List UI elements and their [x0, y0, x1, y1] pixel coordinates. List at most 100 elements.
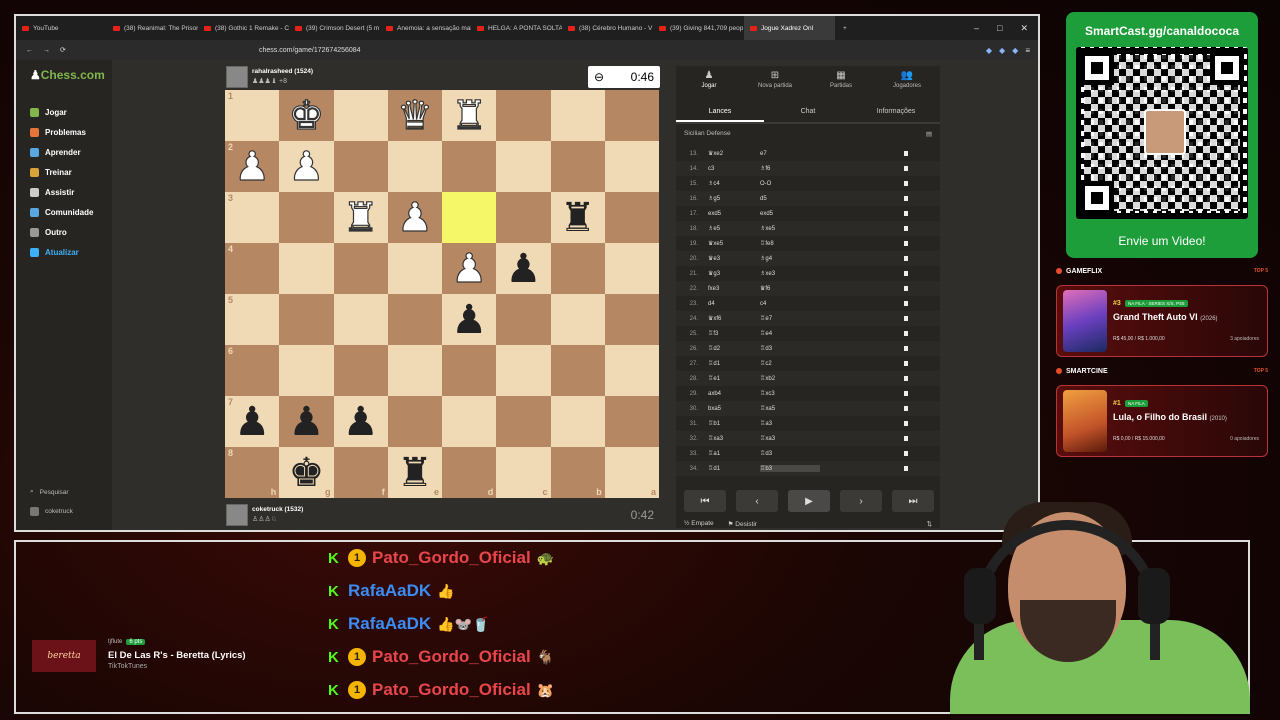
board-square[interactable]: [333, 141, 388, 192]
board-square[interactable]: 8h: [225, 447, 280, 498]
board-square[interactable]: [279, 192, 334, 243]
board-square[interactable]: [604, 396, 659, 447]
black-move[interactable]: ♖b3: [760, 465, 820, 472]
black-move[interactable]: c4: [760, 301, 820, 307]
search-link[interactable]: ⌕ Pesquisar: [30, 488, 69, 496]
resign-button[interactable]: ⚑ Desistir: [728, 520, 757, 528]
board-square[interactable]: ♟: [279, 396, 334, 447]
board-square[interactable]: [604, 345, 659, 396]
chat-username[interactable]: RafaAaDK: [348, 581, 431, 601]
board-square[interactable]: 6: [225, 345, 280, 396]
board-square[interactable]: [279, 243, 334, 294]
browser-tab[interactable]: (39) Giving 841,709 peop: [653, 16, 744, 40]
board-square[interactable]: [496, 345, 551, 396]
board-square[interactable]: [496, 90, 551, 141]
board-square[interactable]: [333, 345, 388, 396]
tab-jogadores[interactable]: 👥 Jogadores: [874, 66, 940, 102]
flip-board-icon[interactable]: ⇅: [927, 520, 932, 528]
close-window-icon[interactable]: ✕: [1020, 23, 1028, 34]
board-square[interactable]: [496, 192, 551, 243]
black-pawn-icon[interactable]: ♟: [234, 402, 270, 442]
subtab-informações[interactable]: Informações: [852, 102, 940, 122]
white-pawn-icon[interactable]: ♟: [234, 146, 271, 187]
white-rook-icon[interactable]: ♜: [342, 197, 379, 238]
board-square[interactable]: ♟: [496, 243, 551, 294]
black-rook-icon[interactable]: ♜: [397, 453, 433, 493]
black-move[interactable]: ♗g4: [760, 255, 820, 262]
prev-move-button[interactable]: ‹: [736, 490, 778, 512]
board-square[interactable]: [333, 243, 388, 294]
black-move[interactable]: ♗xe3: [760, 270, 820, 277]
black-move[interactable]: e7: [760, 151, 820, 157]
chess-board[interactable]: 1 ♚ ♛ ♜ 2 ♟ ♟ 3 ♜ ♟ ♜ 4 ♟ ♟ 5 ♟ 6 7 ♟ ♟ ♟ 8 h g ♚ f e ♜ d c b a: [225, 90, 659, 498]
board-square[interactable]: b: [550, 447, 605, 498]
maximize-icon[interactable]: □: [997, 23, 1002, 34]
board-square[interactable]: [550, 345, 605, 396]
white-move[interactable]: ♖xa3: [708, 435, 760, 442]
board-square[interactable]: [604, 141, 659, 192]
black-move[interactable]: ♖d3: [760, 450, 820, 457]
black-move[interactable]: ♛f6: [760, 285, 820, 292]
board-square[interactable]: g ♚: [279, 447, 334, 498]
avatar[interactable]: [226, 504, 248, 526]
white-move[interactable]: c3: [708, 166, 760, 172]
board-square[interactable]: [550, 396, 605, 447]
black-move[interactable]: ♖a3: [760, 420, 820, 427]
board-square[interactable]: ♜: [333, 192, 388, 243]
next-move-button[interactable]: ›: [840, 490, 882, 512]
white-pawn-icon[interactable]: ♟: [451, 248, 488, 289]
sidebar-item-aprender[interactable]: Aprender: [30, 148, 81, 157]
black-move[interactable]: ♖fe8: [760, 240, 820, 247]
board-square[interactable]: 7 ♟: [225, 396, 280, 447]
sidebar-item-atualizar[interactable]: Atualizar: [30, 248, 79, 257]
black-move[interactable]: ♖c2: [760, 360, 820, 367]
white-move[interactable]: ♖e1: [708, 375, 760, 382]
board-square[interactable]: ♟: [387, 192, 442, 243]
board-square[interactable]: [496, 141, 551, 192]
white-move[interactable]: ♗g5: [708, 195, 760, 202]
browser-tab[interactable]: (38) Cérebro Humano - V: [562, 16, 653, 40]
board-square[interactable]: [550, 294, 605, 345]
reload-icon[interactable]: ⟳: [60, 46, 66, 54]
black-pawn-icon[interactable]: ♟: [288, 402, 324, 442]
board-square[interactable]: ♜: [550, 192, 605, 243]
black-rook-icon[interactable]: ♜: [560, 198, 596, 238]
play-button[interactable]: ▶: [788, 490, 830, 512]
avatar[interactable]: [226, 66, 248, 88]
black-move[interactable]: ♖e7: [760, 315, 820, 322]
board-square[interactable]: [387, 294, 442, 345]
board-square[interactable]: [279, 345, 334, 396]
sidebar-item-treinar[interactable]: Treinar: [30, 168, 72, 177]
white-move[interactable]: ♛xf6: [708, 315, 760, 322]
board-square[interactable]: [604, 90, 659, 141]
white-move[interactable]: ♖a1: [708, 450, 760, 457]
back-icon[interactable]: ←: [26, 47, 33, 54]
white-move[interactable]: ♖f3: [708, 330, 760, 337]
board-square[interactable]: [604, 192, 659, 243]
browser-tab[interactable]: Jogue Xadrez Onl: [744, 16, 835, 40]
board-square[interactable]: [496, 396, 551, 447]
white-move[interactable]: ♖d1: [708, 360, 760, 367]
board-square[interactable]: 2 ♟: [225, 141, 280, 192]
board-square[interactable]: ♟: [442, 243, 497, 294]
black-move[interactable]: ♖xc3: [760, 390, 820, 397]
tab-partidas[interactable]: ▦ Partidas: [808, 66, 874, 102]
board-square[interactable]: 1: [225, 90, 280, 141]
forward-icon[interactable]: →: [43, 47, 50, 54]
board-square[interactable]: a: [604, 447, 659, 498]
white-pawn-icon[interactable]: ♟: [288, 146, 325, 187]
browser-tab[interactable]: HELGA: A PONTA SOLTA: [471, 16, 562, 40]
board-square[interactable]: 3: [225, 192, 280, 243]
chat-username[interactable]: Pato_Gordo_Oficial: [372, 647, 531, 667]
board-square[interactable]: [550, 90, 605, 141]
chat-username[interactable]: RafaAaDK: [348, 614, 431, 634]
board-square[interactable]: [604, 294, 659, 345]
extension-icon[interactable]: ◆: [1012, 46, 1018, 55]
black-move[interactable]: ♖xa3: [760, 435, 820, 442]
board-square[interactable]: ♜: [442, 90, 497, 141]
board-square[interactable]: [442, 141, 497, 192]
bottom-player-name[interactable]: coketruck (1532): [252, 506, 303, 513]
browser-tab[interactable]: YouTube: [16, 16, 107, 40]
extension-icon[interactable]: ◆: [986, 46, 992, 55]
top-player-name[interactable]: rahalrasheed (1524): [252, 68, 313, 75]
